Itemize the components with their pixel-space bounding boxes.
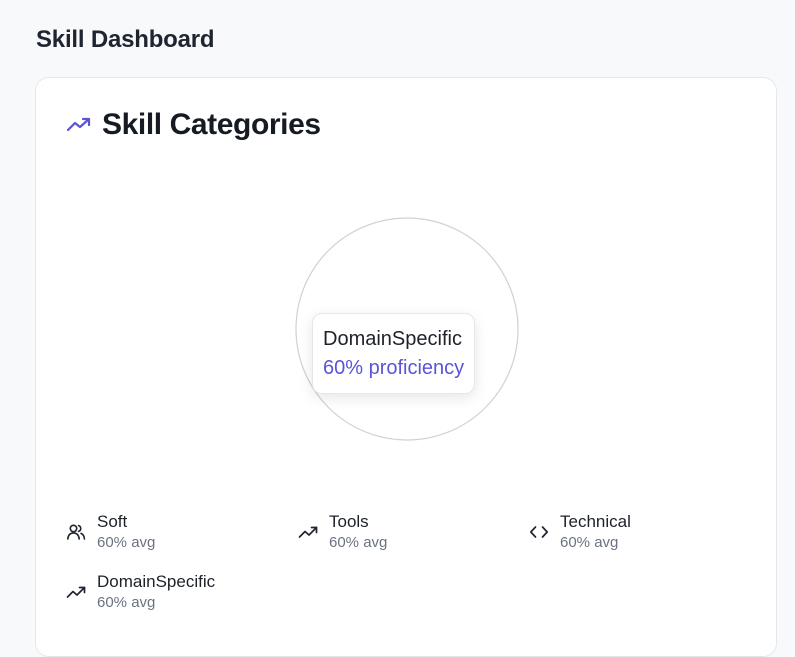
tooltip-category-name: DomainSpecific — [323, 328, 462, 350]
code-icon — [529, 522, 549, 542]
legend-item-technical: Technical 60% avg — [529, 512, 631, 553]
legend-name: Tools — [329, 512, 369, 531]
trending-up-icon — [298, 522, 318, 542]
skill-categories-card: Skill Categories DomainSpecific 60% prof… — [35, 77, 777, 657]
trending-up-icon — [66, 115, 92, 135]
legend-name: Technical — [560, 512, 631, 531]
legend-avg: 60% avg — [97, 534, 156, 551]
legend-avg: 60% avg — [560, 534, 619, 551]
tooltip-proficiency-value: 60% proficiency — [323, 357, 465, 379]
legend-avg: 60% avg — [329, 534, 388, 551]
page-title: Skill Dashboard — [36, 26, 215, 53]
legend-name: DomainSpecific — [97, 572, 216, 591]
legend-avg: 60% avg — [97, 594, 156, 611]
legend-item-domainspecific: DomainSpecific 60% avg — [66, 572, 215, 613]
users-icon — [66, 522, 86, 542]
card-header: Skill Categories — [66, 108, 321, 142]
legend-item-tools: Tools 60% avg — [298, 512, 387, 553]
legend-item-soft: Soft 60% avg — [66, 512, 155, 553]
chart-tooltip: DomainSpecific 60% proficiency — [312, 313, 476, 394]
legend-name: Soft — [97, 512, 128, 531]
trending-up-icon — [66, 582, 86, 602]
card-title: Skill Categories — [102, 108, 321, 141]
